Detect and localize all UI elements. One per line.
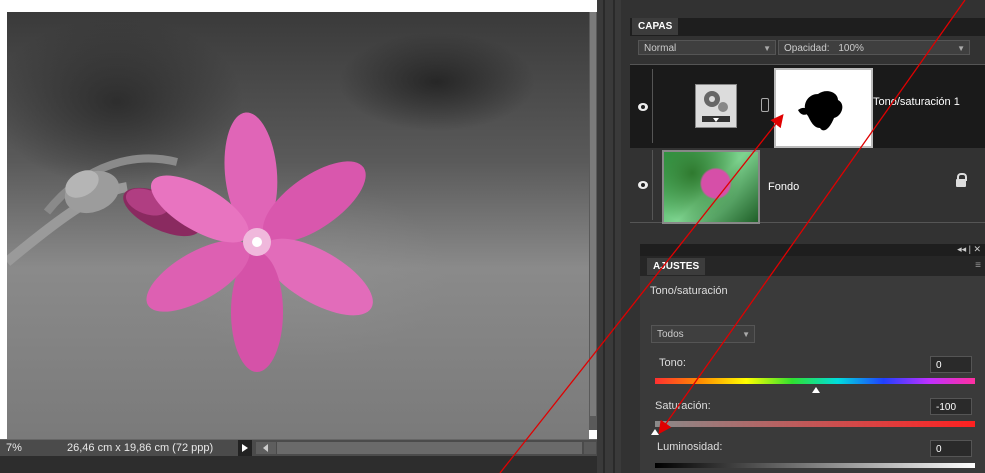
annotation-overlay <box>499 0 966 473</box>
annotation-arrow <box>499 113 784 473</box>
annotation-arrow <box>658 0 966 435</box>
